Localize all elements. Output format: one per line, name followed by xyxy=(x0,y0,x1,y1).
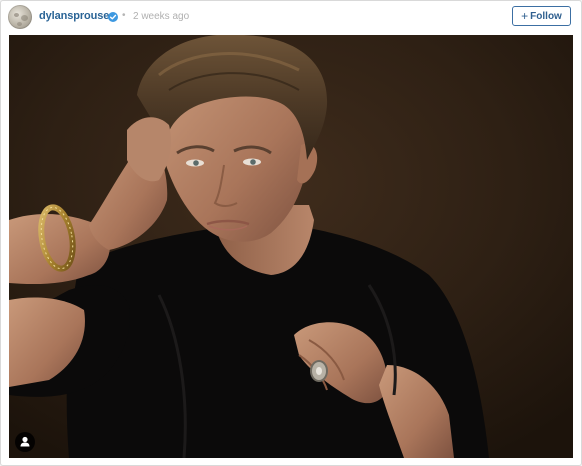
verified-badge-icon xyxy=(108,12,118,22)
post-header: dylansprouse • 2 weeks ago + Follow xyxy=(1,1,581,33)
follow-label: Follow xyxy=(530,10,562,22)
username-link[interactable]: dylansprouse xyxy=(39,10,109,22)
post-photo[interactable] xyxy=(9,35,573,458)
user-tag-button[interactable] xyxy=(15,432,35,452)
person-icon xyxy=(20,436,30,447)
user-avatar[interactable] xyxy=(8,5,32,29)
post-timestamp[interactable]: 2 weeks ago xyxy=(133,11,189,22)
separator-dot: • xyxy=(122,10,126,21)
instagram-post-card: dylansprouse • 2 weeks ago + Follow xyxy=(0,0,582,466)
plus-icon: + xyxy=(521,9,529,23)
follow-button[interactable]: + Follow xyxy=(512,6,571,26)
